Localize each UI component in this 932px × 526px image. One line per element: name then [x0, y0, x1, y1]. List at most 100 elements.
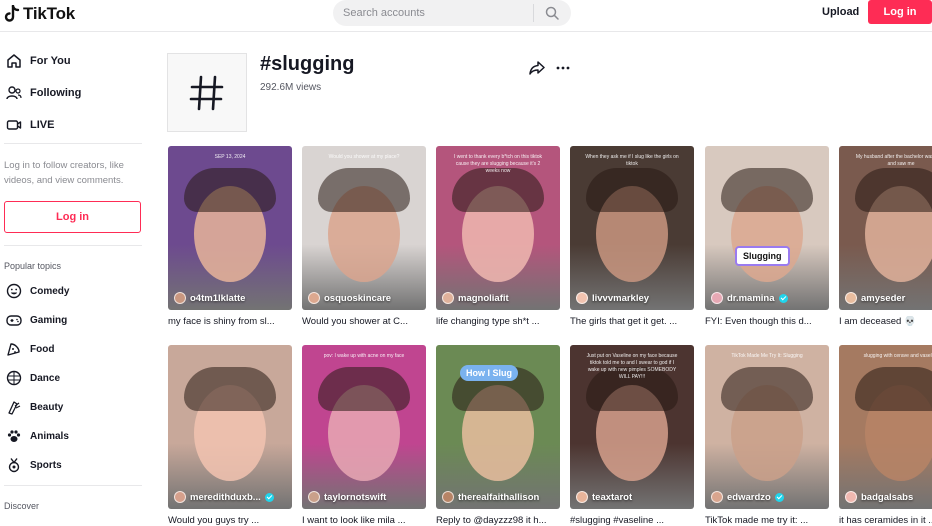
avatar: [174, 292, 186, 304]
video-caption[interactable]: I am deceased 💀: [839, 316, 932, 327]
video-caption[interactable]: Would you shower at C...: [302, 316, 426, 327]
hair-shape: [318, 367, 410, 411]
overlay-text: Just put on Vaseline on my face because …: [586, 353, 678, 380]
video-caption[interactable]: my face is shiny from sl...: [168, 316, 292, 327]
video-thumbnail[interactable]: slugging with cerave and vaseline badgals…: [839, 345, 932, 509]
overlay-text: slugging with cerave and vaseline: [863, 353, 932, 359]
video-card[interactable]: My husband after the bachelor was done a…: [839, 146, 932, 327]
video-card[interactable]: I went to thank every b*tch on this tikt…: [436, 146, 560, 327]
overlay-text: SEP 13, 2024: [214, 154, 246, 160]
hair-shape: [586, 168, 678, 212]
video-thumbnail[interactable]: Just put on Vaseline on my face because …: [570, 345, 694, 509]
video-thumbnail[interactable]: My husband after the bachelor was done a…: [839, 146, 932, 310]
video-author[interactable]: badgalsabs: [845, 491, 913, 503]
video-author[interactable]: livvvmarkley: [576, 292, 649, 304]
username: badgalsabs: [861, 491, 914, 503]
overlay-text: When they ask me if I slug like the girl…: [585, 154, 679, 167]
verified-badge-icon: [774, 492, 784, 502]
login-button[interactable]: Log in: [868, 0, 932, 24]
sidebar-item-following[interactable]: Following: [6, 85, 81, 101]
share-icon[interactable]: [529, 60, 545, 76]
avatar: [845, 491, 857, 503]
overlay-text: My husband after the bachelor was done a…: [855, 154, 932, 167]
topic-sports[interactable]: Sports: [6, 457, 62, 473]
video-thumbnail[interactable]: When they ask me if I slug like the girl…: [570, 146, 694, 310]
video-author[interactable]: meredithduxb...: [174, 491, 274, 503]
video-author[interactable]: dr.mamina: [711, 292, 788, 304]
sidebar-login-button[interactable]: Log in: [4, 201, 141, 233]
video-author[interactable]: taylornotswift: [308, 491, 386, 503]
hair-shape: [855, 367, 932, 411]
sidebar-item-for-you[interactable]: For You: [6, 53, 71, 69]
video-caption[interactable]: life changing type sh*t ...: [436, 316, 560, 327]
avatar: [308, 292, 320, 304]
video-card[interactable]: pov: I wake up with acne on my face taylo…: [302, 345, 426, 526]
comedy-icon: [6, 283, 22, 299]
video-card[interactable]: slugging with cerave and vaseline badgals…: [839, 345, 932, 526]
overlay-label: Slugging: [735, 246, 790, 266]
video-author[interactable]: edwardzo: [711, 491, 784, 503]
video-caption[interactable]: FYI: Even though this d...: [705, 316, 829, 327]
hair-shape: [318, 168, 410, 212]
search-button[interactable]: [534, 6, 570, 20]
search-input[interactable]: [333, 7, 533, 19]
video-author[interactable]: osquoskincare: [308, 292, 391, 304]
video-author[interactable]: therealfaithallison: [442, 491, 539, 503]
video-thumbnail[interactable]: meredithduxb...: [168, 345, 292, 509]
video-card[interactable]: meredithduxb... Would you guys try ...: [168, 345, 292, 526]
username: meredithduxb...: [190, 491, 261, 503]
topic-gaming[interactable]: Gaming: [6, 312, 67, 328]
video-author[interactable]: o4tm1lklatte: [174, 292, 245, 304]
sidebar-item-label: LIVE: [30, 119, 55, 131]
video-thumbnail[interactable]: How I Slug therealfaithallison: [436, 345, 560, 509]
sidebar-divider: [4, 485, 142, 486]
avatar: [576, 491, 588, 503]
video-caption[interactable]: The girls that get it get. ...: [570, 316, 694, 327]
video-caption[interactable]: I want to look like mila ...: [302, 515, 426, 526]
topic-beauty[interactable]: Beauty: [6, 399, 63, 415]
video-caption[interactable]: #slugging #vaseline ...: [570, 515, 694, 526]
sidebar-item-live[interactable]: LIVE: [6, 117, 54, 133]
hair-shape: [184, 367, 276, 411]
topic-label: Food: [30, 343, 55, 355]
video-caption[interactable]: it has ceramides in it ...: [839, 515, 932, 526]
video-thumbnail[interactable]: TikTok Made Me Try It: Slugging edwardzo: [705, 345, 829, 509]
beauty-icon: [8, 401, 21, 415]
video-thumbnail[interactable]: pov: I wake up with acne on my face taylo…: [302, 345, 426, 509]
video-author[interactable]: amyseder: [845, 292, 905, 304]
topic-dance[interactable]: Dance: [6, 370, 60, 386]
tiktok-logo[interactable]: TikTok: [4, 4, 75, 24]
video-thumbnail[interactable]: SEP 13, 2024 o4tm1lklatte: [168, 146, 292, 310]
hashtag-icon: [189, 75, 224, 110]
video-thumbnail[interactable]: I went to thank every b*tch on this tikt…: [436, 146, 560, 310]
more-options-icon[interactable]: [555, 60, 571, 76]
topic-food[interactable]: Food: [6, 341, 54, 357]
video-author[interactable]: teaxtarot: [576, 491, 632, 503]
video-card[interactable]: When they ask me if I slug like the girl…: [570, 146, 694, 327]
avatar: [308, 491, 320, 503]
video-caption[interactable]: Would you guys try ...: [168, 515, 292, 526]
video-card[interactable]: Would you shower at my place? osquoskinca…: [302, 146, 426, 327]
video-card[interactable]: Just put on Vaseline on my face because …: [570, 345, 694, 526]
overlay-text: I went to thank every b*tch on this tikt…: [453, 154, 543, 174]
video-author[interactable]: magnoliafit: [442, 292, 509, 304]
hashtag-cover: [167, 53, 247, 132]
video-caption[interactable]: TikTok made me try it: ...: [705, 515, 829, 526]
video-card[interactable]: How I Slug therealfaithallison Reply to @d…: [436, 345, 560, 526]
video-card[interactable]: SEP 13, 2024 o4tm1lklatte my face is shiny…: [168, 146, 292, 327]
hair-shape: [721, 367, 813, 411]
video-card[interactable]: TikTok Made Me Try It: Slugging edwardzo T…: [705, 345, 829, 526]
tiktok-note-icon: [4, 5, 20, 22]
video-thumbnail[interactable]: Slugging dr.mamina: [705, 146, 829, 310]
topic-label: Comedy: [30, 285, 70, 297]
upload-button[interactable]: Upload: [808, 0, 873, 24]
live-icon: [6, 120, 22, 130]
video-caption[interactable]: Reply to @dayzzz98 it h...: [436, 515, 560, 526]
topic-comedy[interactable]: Comedy: [6, 283, 69, 299]
video-thumbnail[interactable]: Would you shower at my place? osquoskinca…: [302, 146, 426, 310]
topic-label: Gaming: [30, 314, 68, 326]
home-icon: [7, 54, 21, 68]
username: osquoskincare: [324, 292, 392, 304]
topic-animals[interactable]: Animals: [6, 428, 69, 444]
video-card[interactable]: Slugging dr.mamina FYI: Even though this d…: [705, 146, 829, 327]
